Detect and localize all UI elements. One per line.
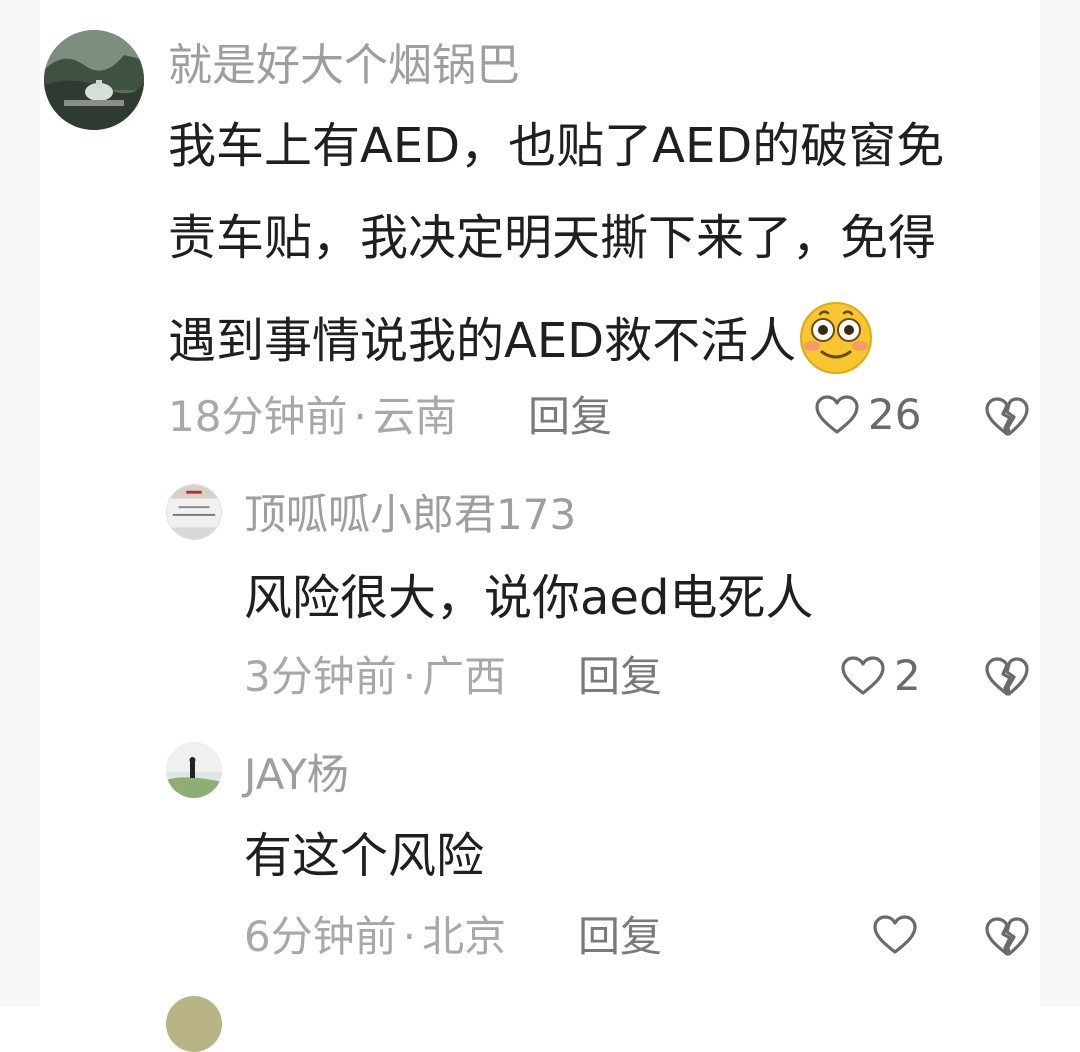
like-button[interactable]: 26 (814, 394, 921, 436)
username[interactable]: 就是好大个烟锅巴 (168, 44, 520, 88)
flushed-smile-emoji-icon (798, 300, 874, 376)
comment-text: 我车上有AED，也贴了AED的破窗免 责车贴，我决定明天撕下来了，免得 遇到事情… (168, 122, 944, 376)
comment-line: 风险很大，说你aed电死人 (244, 570, 814, 626)
like-count: 2 (894, 651, 921, 700)
comment-text: 有这个风险 (244, 832, 484, 880)
comment-meta: 6分钟前 · 北京 (244, 916, 506, 958)
location: 广西 (422, 652, 507, 701)
comment-line: 责车贴，我决定明天撕下来了，免得 (168, 210, 937, 266)
like-count: 26 (868, 390, 922, 439)
next-comment-avatar[interactable] (166, 996, 222, 1052)
reply-button[interactable]: 回复 (578, 916, 662, 958)
reply-button[interactable]: 回复 (528, 396, 612, 438)
username[interactable]: JAY杨 (244, 754, 349, 796)
heart-icon (815, 395, 859, 434)
comment-line: 我车上有AED，也贴了AED的破窗免 (168, 118, 945, 174)
separator-dot: · (402, 912, 417, 961)
like-button[interactable] (872, 914, 918, 956)
broken-heart-icon (985, 657, 1029, 696)
avatar[interactable] (166, 484, 222, 540)
reply-button[interactable]: 回复 (578, 656, 662, 698)
timestamp: 3分钟前 (244, 652, 397, 701)
heart-icon (841, 656, 885, 695)
like-button[interactable]: 2 (840, 655, 921, 697)
dislike-button[interactable] (984, 656, 1030, 698)
avatar[interactable] (44, 30, 144, 130)
location: 北京 (422, 912, 507, 961)
heart-icon (873, 915, 917, 954)
separator-dot: · (402, 652, 417, 701)
comment-meta: 18分钟前 · 云南 (168, 396, 457, 438)
broken-heart-icon (985, 397, 1029, 436)
timestamp: 6分钟前 (244, 912, 397, 961)
dislike-button[interactable] (984, 396, 1030, 438)
comment-line: 有这个风险 (244, 828, 485, 884)
comment-meta: 3分钟前 · 广西 (244, 656, 506, 698)
comment-line-last: 遇到事情说我的AED救不活人 (168, 302, 944, 376)
comment-line-text: 遇到事情说我的AED救不活人 (168, 313, 797, 369)
timestamp: 18分钟前 (168, 392, 348, 441)
comment-text: 风险很大，说你aed电死人 (244, 574, 813, 622)
separator-dot: · (353, 392, 367, 441)
broken-heart-icon (985, 917, 1029, 956)
username[interactable]: 顶呱呱小郎君173 (244, 494, 576, 536)
location: 云南 (372, 392, 457, 441)
avatar[interactable] (166, 742, 222, 798)
dislike-button[interactable] (984, 916, 1030, 958)
